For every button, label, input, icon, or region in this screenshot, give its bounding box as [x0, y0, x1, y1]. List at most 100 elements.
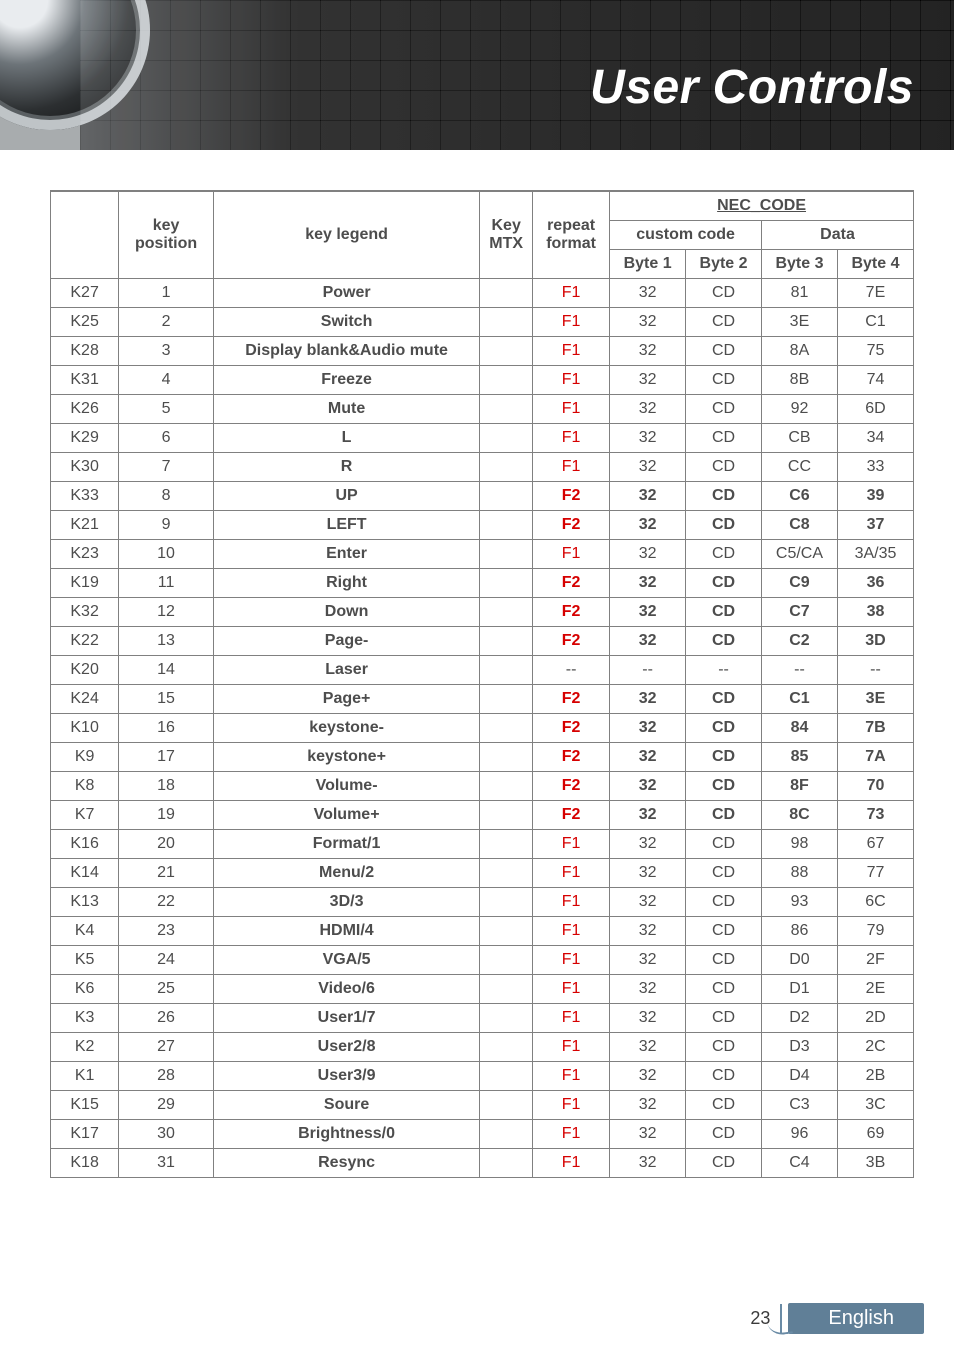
cell-text: K9	[75, 748, 95, 765]
cell-pos: 28	[119, 1062, 214, 1091]
cell-text: 77	[867, 864, 885, 881]
cell-b3: 85	[762, 743, 838, 772]
table-row: K719Volume+F232CD8C73	[51, 801, 914, 830]
col-byte2: Byte 2	[686, 250, 762, 279]
cell-text: 26	[157, 1009, 175, 1026]
cell-text: C7	[789, 603, 809, 620]
cell-b4: 6D	[837, 395, 913, 424]
cell-legend: Resync	[213, 1149, 479, 1178]
cell-text: CB	[788, 429, 810, 446]
cell-text: 73	[867, 806, 885, 823]
cell-rf: F2	[533, 569, 610, 598]
cell-text: 25	[157, 980, 175, 997]
cell-pos: 22	[119, 888, 214, 917]
cell-id: K26	[51, 395, 119, 424]
cell-text: 98	[791, 835, 809, 852]
cell-b2: CD	[686, 395, 762, 424]
cell-id: K6	[51, 975, 119, 1004]
cell-text: Soure	[324, 1096, 369, 1113]
cell-mtx	[480, 424, 533, 453]
cell-text: C1	[865, 313, 885, 330]
cell-pos: 12	[119, 598, 214, 627]
table-row: K2415Page+F232CDC13E	[51, 685, 914, 714]
cell-text: F1	[562, 371, 581, 388]
cell-text: CD	[712, 1009, 735, 1026]
cell-mtx	[480, 830, 533, 859]
cell-pos: 19	[119, 801, 214, 830]
cell-id: K7	[51, 801, 119, 830]
cell-b2: CD	[686, 946, 762, 975]
cell-text: K18	[70, 1154, 98, 1171]
header-banner: User Controls	[0, 0, 954, 150]
cell-b4: C1	[837, 308, 913, 337]
cell-b2: CD	[686, 1062, 762, 1091]
cell-text: 27	[157, 1038, 175, 1055]
cell-text: 7B	[865, 719, 885, 736]
cell-pos: 26	[119, 1004, 214, 1033]
cell-text: Brightness/0	[298, 1125, 395, 1142]
cell-text: Format/1	[313, 835, 381, 852]
cell-b3: CC	[762, 453, 838, 482]
cell-text: 32	[639, 835, 657, 852]
cell-text: C4	[789, 1154, 809, 1171]
cell-text: 15	[157, 690, 175, 707]
cell-rf: F1	[533, 859, 610, 888]
cell-text: K31	[70, 371, 98, 388]
cell-text: 32	[639, 487, 657, 504]
table-row: K314FreezeF132CD8B74	[51, 366, 914, 395]
cell-text: C9	[789, 574, 809, 591]
cell-text: 8B	[790, 371, 810, 388]
cell-text: F2	[562, 777, 581, 794]
cell-mtx	[480, 1033, 533, 1062]
cell-text: F2	[562, 632, 581, 649]
cell-id: K23	[51, 540, 119, 569]
cell-id: K20	[51, 656, 119, 685]
cell-text: CD	[712, 951, 735, 968]
cell-id: K14	[51, 859, 119, 888]
cell-text: 6C	[865, 893, 885, 910]
cell-b4: 36	[837, 569, 913, 598]
cell-text: Volume+	[314, 806, 380, 823]
cell-b3: C1	[762, 685, 838, 714]
cell-pos: 18	[119, 772, 214, 801]
cell-legend: Display blank&Audio mute	[213, 337, 479, 366]
cell-text: 32	[639, 1125, 657, 1142]
cell-b2: CD	[686, 482, 762, 511]
cell-text: 16	[157, 719, 175, 736]
cell-text: 85	[791, 748, 809, 765]
cell-b1: 32	[610, 569, 686, 598]
cell-rf: F1	[533, 946, 610, 975]
cell-text: 3	[162, 342, 171, 359]
cell-b3: 84	[762, 714, 838, 743]
cell-text: K2	[75, 1038, 95, 1055]
codes-table: key position key legend Key MTX repeat f…	[50, 190, 914, 1178]
cell-b4: 7E	[837, 279, 913, 308]
cell-b3: C5/CA	[762, 540, 838, 569]
cell-text: 8A	[790, 342, 810, 359]
cell-b3: 3E	[762, 308, 838, 337]
cell-b3: C4	[762, 1149, 838, 1178]
cell-b4: 38	[837, 598, 913, 627]
page-number: 23	[740, 1304, 782, 1334]
cell-text: 32	[639, 690, 657, 707]
cell-pos: 2	[119, 308, 214, 337]
cell-text: CD	[712, 313, 735, 330]
cell-mtx	[480, 453, 533, 482]
cell-text: --	[642, 661, 653, 678]
cell-mtx	[480, 917, 533, 946]
cell-text: CC	[788, 458, 811, 475]
cell-text: 6D	[865, 400, 885, 417]
cell-b3: D4	[762, 1062, 838, 1091]
cell-text: L	[342, 429, 352, 446]
cell-text: K5	[75, 951, 95, 968]
cell-text: 7E	[866, 284, 886, 301]
cell-b2: CD	[686, 859, 762, 888]
cell-text: 32	[639, 719, 657, 736]
cell-text: F2	[562, 748, 581, 765]
cell-rf: F1	[533, 1120, 610, 1149]
cell-text: F1	[562, 458, 581, 475]
cell-text: Power	[323, 284, 371, 301]
cell-b1: 32	[610, 511, 686, 540]
cell-text: C1	[789, 690, 809, 707]
cell-legend: Page+	[213, 685, 479, 714]
